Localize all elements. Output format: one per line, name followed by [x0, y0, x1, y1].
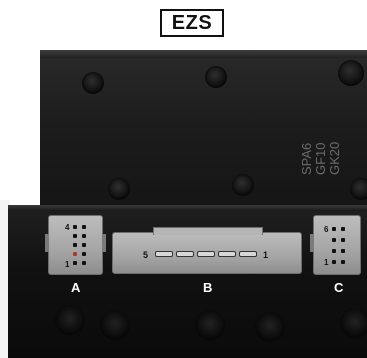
- screw-top-left: [82, 72, 104, 94]
- connector-c-pin-num-top: 6: [324, 225, 329, 234]
- connector-c-pin: [341, 238, 345, 242]
- connector-a-pin: [73, 225, 77, 229]
- housing-ledge: [40, 50, 367, 58]
- connector-a-notch-right: [102, 234, 106, 252]
- connector-a-pin: [82, 225, 86, 229]
- connector-c[interactable]: 6 1: [310, 215, 361, 275]
- connector-b-pin-slot: [239, 251, 257, 257]
- connector-b-lip: [153, 227, 263, 235]
- connector-b-pin-last: 1: [263, 250, 269, 260]
- connector-c-pin: [341, 249, 345, 253]
- screw-top-right: [338, 60, 364, 86]
- part-marking-line-3: GK20: [327, 141, 342, 175]
- connector-b[interactable]: 5 1: [112, 227, 302, 274]
- connector-c-pin: [341, 260, 345, 264]
- connector-a-pin: [73, 261, 77, 265]
- screw-mid-right: [350, 178, 367, 200]
- part-marking: SPA6 GF10 GK20: [299, 115, 360, 175]
- connector-a-pin: [73, 243, 77, 247]
- connector-b-pin-slot: [155, 251, 173, 257]
- connector-a[interactable]: 4 1: [45, 215, 106, 275]
- screw-bottom-3: [195, 310, 225, 340]
- connector-b-label: B: [203, 280, 213, 295]
- connector-b-pin-slot: [197, 251, 215, 257]
- connector-a-pin: [82, 243, 86, 247]
- connector-a-pin: [82, 252, 86, 256]
- connector-a-notch-left: [45, 234, 49, 252]
- screw-mid-center: [232, 174, 254, 196]
- connector-a-label: A: [71, 280, 81, 295]
- connector-c-notch-left: [310, 234, 314, 252]
- part-marking-line-1: SPA6: [299, 142, 314, 175]
- connector-a-pin: [82, 234, 86, 238]
- connector-b-pin-slot: [218, 251, 236, 257]
- screw-top-center: [205, 66, 227, 88]
- connector-c-pin: [332, 249, 336, 253]
- connector-a-pin-num-top: 4: [65, 223, 70, 232]
- screw-mid-left: [108, 178, 130, 200]
- connector-a-pin: [82, 261, 86, 265]
- connector-b-pin-slot: [176, 251, 194, 257]
- connector-c-label: C: [334, 280, 344, 295]
- module-title-label: EZS: [160, 9, 224, 37]
- connector-c-pin-num-bottom: 1: [324, 258, 329, 267]
- part-marking-line-2: GF10: [313, 142, 328, 175]
- connector-b-pin-first: 5: [143, 250, 149, 260]
- connector-c-pin: [332, 227, 336, 231]
- module-title-text: EZS: [171, 11, 213, 34]
- connector-c-pin: [341, 227, 345, 231]
- screw-bottom-5: [340, 308, 367, 338]
- connector-a-pin: [73, 234, 77, 238]
- connector-c-pin: [332, 260, 336, 264]
- connector-c-pin: [332, 238, 336, 242]
- screw-bottom-4: [255, 312, 285, 342]
- connector-a-pin-num-bottom: 1: [65, 260, 70, 269]
- screw-bottom-1: [55, 305, 85, 335]
- connector-a-pin-red: [73, 252, 77, 256]
- screw-bottom-2: [100, 310, 130, 340]
- ezs-module-photo: EZS SPA6 GF10 GK20 4 1 A 5 1 B 6 1 C: [0, 0, 367, 358]
- lower-body-edge: [8, 205, 367, 211]
